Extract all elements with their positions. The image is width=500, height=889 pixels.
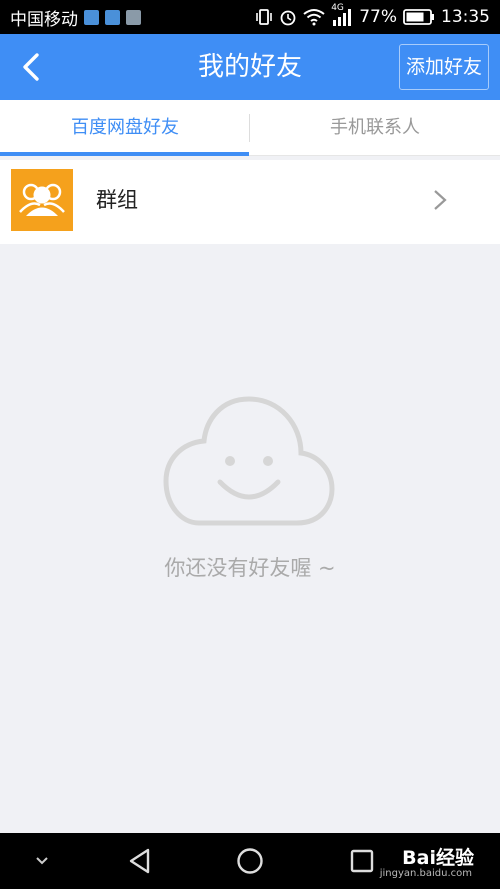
alarm-icon xyxy=(280,10,296,26)
back-arrow-icon xyxy=(23,53,39,81)
tab-phone-contacts[interactable]: 手机联系人 xyxy=(250,100,500,156)
carrier-name: 中国移动 xyxy=(10,9,78,30)
collapse-icon xyxy=(36,857,48,865)
active-tab-indicator xyxy=(0,152,249,156)
group-list-item[interactable]: 群组 xyxy=(0,160,500,244)
back-triangle-icon xyxy=(129,848,150,874)
empty-message: 你还没有好友喔 ~ xyxy=(164,556,336,580)
gallery-app-icon xyxy=(126,9,141,25)
wifi-icon xyxy=(303,9,325,26)
battery-icon xyxy=(403,9,434,25)
nav-recents-button[interactable] xyxy=(344,833,380,889)
recents-square-icon xyxy=(350,849,374,873)
smiling-cloud-icon xyxy=(163,396,335,526)
people-icon xyxy=(19,183,65,216)
group-label: 群组 xyxy=(96,188,138,212)
status-right: 4G 77% 13:35 xyxy=(255,3,490,27)
nav-home-button[interactable] xyxy=(230,833,270,889)
status-bar: 中国移动 4G 77% 13:35 xyxy=(0,0,500,34)
maps-app-icon xyxy=(105,9,120,25)
chevron-right-icon xyxy=(434,190,447,210)
add-friend-button[interactable]: 添加好友 xyxy=(398,44,489,90)
app-header: 我的好友 添加好友 xyxy=(0,34,500,100)
group-avatar xyxy=(11,169,73,231)
collapse-button[interactable] xyxy=(26,833,58,889)
vibrate-icon xyxy=(256,9,273,25)
signal-icon: 4G xyxy=(331,3,353,26)
location-app-icon xyxy=(84,9,99,25)
back-button[interactable] xyxy=(16,51,48,83)
tab-baidu-pan-friends[interactable]: 百度网盘好友 xyxy=(0,100,250,156)
system-nav-bar: Bai经验 jingyan.baidu.com xyxy=(0,833,500,889)
home-circle-icon xyxy=(237,848,263,874)
nav-back-button[interactable] xyxy=(120,833,160,889)
friend-tabs: 百度网盘好友 手机联系人 xyxy=(0,100,500,156)
watermark-url: jingyan.baidu.com xyxy=(379,868,472,879)
status-left: 中国移动 xyxy=(10,5,141,30)
battery-percent: 77% xyxy=(359,7,397,27)
clock: 13:35 xyxy=(441,7,490,27)
baidu-jingyan-watermark: Bai经验 xyxy=(402,847,474,869)
